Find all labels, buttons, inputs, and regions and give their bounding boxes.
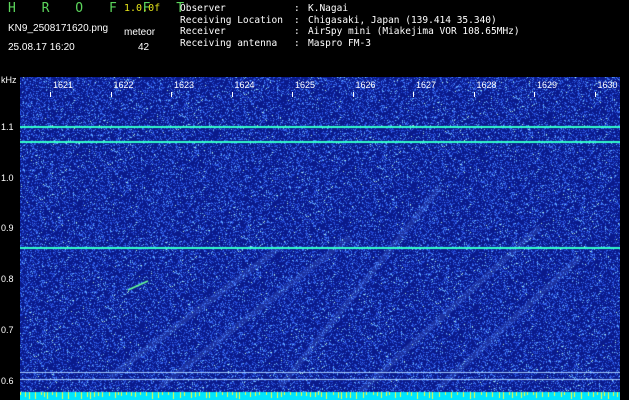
spectrogram-plot bbox=[20, 77, 620, 400]
info-value: K.Nagai bbox=[308, 3, 349, 14]
meteor-count: 42 bbox=[138, 42, 150, 53]
image-filename: KN9_2508171620.png bbox=[8, 23, 109, 34]
header-panel: H R O F F T 1.0.0f KN9_2508171620.png 25… bbox=[0, 0, 629, 75]
info-key: Receiving Location bbox=[180, 14, 283, 26]
x-tick-label: 1628 bbox=[476, 80, 497, 90]
x-tick-mark bbox=[171, 92, 172, 97]
info-sep: : bbox=[294, 3, 300, 14]
info-sep: : bbox=[294, 14, 300, 26]
station-info: Observer : K.Nagai Receiving Location : … bbox=[180, 3, 520, 49]
x-tick-label: 1630 bbox=[597, 80, 618, 90]
x-tick-label: 1622 bbox=[113, 80, 134, 90]
info-sep: : bbox=[294, 26, 300, 37]
x-tick-mark bbox=[292, 92, 293, 97]
y-tick-label: 0.7 bbox=[1, 325, 14, 336]
y-tick-label: 0.9 bbox=[1, 223, 14, 234]
x-tick-label: 1624 bbox=[234, 80, 255, 90]
x-tick-mark bbox=[231, 92, 233, 97]
info-row-antenna: Receiving antenna : Maspro FM-3 bbox=[180, 38, 520, 50]
app-version: 1.0.0f bbox=[124, 3, 161, 14]
y-tick-label: 0.8 bbox=[1, 274, 14, 285]
x-tick-label: 1626 bbox=[355, 80, 376, 90]
info-value: Chigasaki, Japan (139.414 35.340) bbox=[308, 14, 497, 26]
info-row-location: Receiving Location : Chigasaki, Japan (1… bbox=[180, 15, 520, 27]
y-tick-label: 1.1 bbox=[1, 121, 14, 132]
x-tick-label: 1621 bbox=[53, 80, 74, 90]
y-axis-unit-label: kHz bbox=[1, 75, 17, 85]
info-key: Receiver bbox=[180, 26, 226, 37]
info-value: AirSpy mini (Miakejima VOR 108.65MHz) bbox=[308, 26, 520, 37]
x-tick-label: 1625 bbox=[295, 80, 316, 90]
info-row-receiver: Receiver : AirSpy mini (Miakejima VOR 10… bbox=[180, 26, 520, 38]
x-tick-mark bbox=[352, 92, 354, 97]
meteor-label: meteor bbox=[124, 27, 156, 38]
info-value: Maspro FM-3 bbox=[308, 37, 371, 49]
x-tick-mark bbox=[413, 92, 414, 97]
x-tick-mark bbox=[110, 92, 112, 97]
info-row-observer: Observer : K.Nagai bbox=[180, 3, 520, 15]
x-tick-label: 1623 bbox=[174, 80, 195, 90]
info-key: Observer bbox=[180, 3, 226, 14]
y-tick-label: 0.6 bbox=[1, 375, 14, 386]
x-tick-mark bbox=[594, 92, 596, 97]
x-tick-mark bbox=[473, 92, 475, 97]
x-tick-label: 1629 bbox=[537, 80, 558, 90]
observation-timestamp: 25.08.17 16:20 bbox=[8, 42, 75, 53]
spectrogram-canvas bbox=[20, 77, 620, 400]
x-tick-mark bbox=[50, 92, 51, 97]
x-tick-label: 1627 bbox=[416, 80, 437, 90]
info-key: Receiving antenna bbox=[180, 37, 278, 49]
app-brand: H R O F F T bbox=[8, 1, 194, 16]
x-tick-mark bbox=[534, 92, 535, 97]
y-tick-label: 1.0 bbox=[1, 172, 14, 183]
info-sep: : bbox=[294, 37, 300, 49]
